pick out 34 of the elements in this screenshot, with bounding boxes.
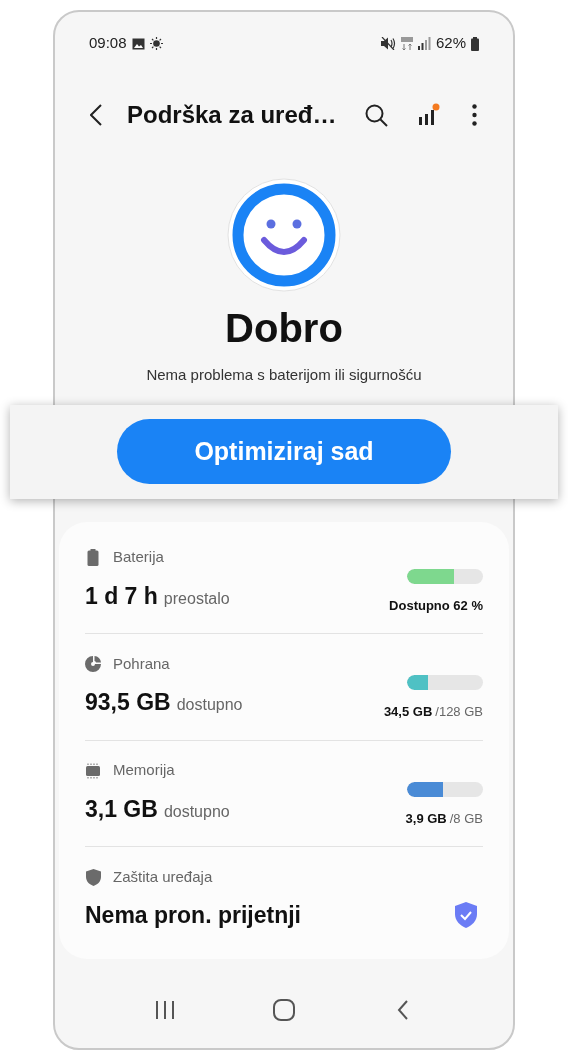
item-unit: preostalo <box>163 588 230 609</box>
status-time: 09:08 <box>89 33 127 54</box>
usage-detail: 3,9 GB <box>405 809 447 828</box>
item-label: Baterija <box>113 547 164 568</box>
mobile-data-icon <box>400 35 413 52</box>
usage-total: /8 GB <box>449 809 483 828</box>
item-unit: dostupno <box>176 695 243 715</box>
item-value: Nema pron. prijetnji <box>85 901 301 930</box>
smiley-face-icon <box>227 178 341 292</box>
item-value: 93,5 GB <box>85 688 171 717</box>
item-label: Memorija <box>113 760 175 781</box>
item-unit: dostupno <box>163 801 230 822</box>
pie-chart-icon <box>85 656 101 672</box>
chip-icon <box>85 762 101 779</box>
item-label: Zaštita uređaja <box>113 866 213 887</box>
item-label: Pohrana <box>113 653 170 674</box>
image-icon <box>131 37 145 50</box>
page-title: Podrška za uređ… <box>127 100 337 130</box>
usage-detail: Dostupno 62 % <box>389 596 483 615</box>
usage-total: /128 GB <box>435 703 483 721</box>
battery-icon <box>471 36 479 51</box>
optimize-button[interactable]: Optimiziraj sad <box>117 419 451 484</box>
status-title: Dobro <box>225 305 343 352</box>
item-value: 1 d 7 h <box>85 581 158 611</box>
status-subtitle: Nema problema s baterijom ili sigurnošću <box>146 365 422 385</box>
sun-icon <box>149 37 163 50</box>
signal-icon <box>417 37 431 50</box>
item-value: 3,1 GB <box>85 794 158 824</box>
battery-icon <box>87 549 99 566</box>
shield-icon <box>85 868 101 886</box>
usage-detail: 34,5 GB <box>383 703 433 721</box>
mute-icon <box>380 37 396 50</box>
battery-percentage: 62% <box>435 33 466 54</box>
shield-check-icon <box>455 902 477 929</box>
